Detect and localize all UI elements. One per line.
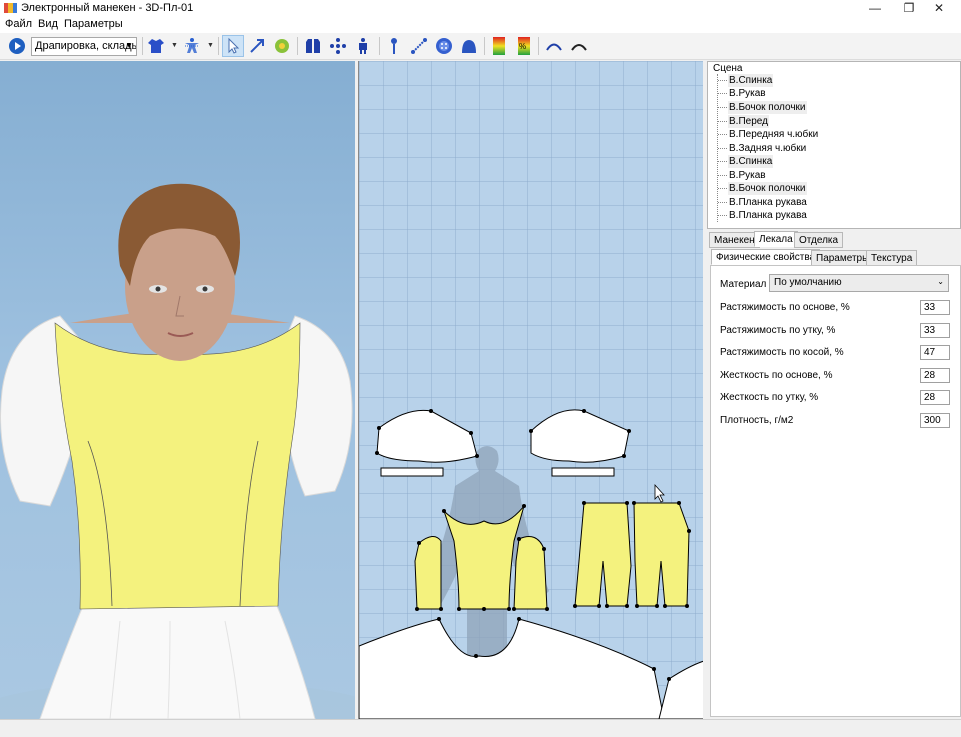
- status-bar: [0, 719, 961, 737]
- scene-item[interactable]: В.Планка рукава: [718, 196, 808, 209]
- play-icon[interactable]: [6, 35, 28, 57]
- chevron-down-icon: ⌄: [937, 277, 944, 286]
- pattern-piece-skirt: [658, 660, 703, 719]
- toolbar-separator: [379, 37, 380, 55]
- scene-item[interactable]: В.Планка рукава: [718, 209, 808, 222]
- mode-select[interactable]: Драпировка, склады ▼: [31, 37, 137, 56]
- pattern-piece-cuff: [551, 467, 615, 477]
- density-label: Плотность, г/м2: [720, 415, 794, 426]
- pin-icon[interactable]: [383, 35, 405, 57]
- pattern-canvas: [359, 409, 703, 719]
- scene-item[interactable]: В.Рукав: [718, 169, 767, 182]
- scene-item[interactable]: В.Передняя ч.юбки: [717, 128, 819, 141]
- pattern-piece-front: [443, 505, 525, 610]
- svg-text:%: %: [519, 42, 526, 51]
- arrow-tool-icon[interactable]: [246, 35, 268, 57]
- pattern-piece-back: [574, 502, 632, 607]
- stiffness-weft-input[interactable]: 28: [920, 390, 950, 405]
- arc-left-icon[interactable]: [543, 35, 565, 57]
- stretch-weft-label: Растяжимость по утку, %: [720, 325, 836, 336]
- pattern-piece-side: [414, 536, 442, 610]
- mannequin-render: [0, 183, 355, 719]
- app-icon: [4, 3, 17, 13]
- stretch-warp-label: Растяжимость по основе, %: [720, 302, 850, 313]
- scene-item[interactable]: В.Перед: [718, 115, 769, 128]
- scene-root[interactable]: Сцена: [713, 63, 742, 74]
- pattern-piece-cuff: [380, 467, 444, 477]
- tab-physical-properties[interactable]: Физические свойства: [711, 249, 821, 265]
- menu-bar: Файл Вид Параметры: [0, 17, 961, 33]
- scene-item[interactable]: В.Спинка: [717, 155, 774, 168]
- stretch-bias-input[interactable]: 47: [920, 345, 950, 360]
- menu-file[interactable]: Файл: [5, 18, 32, 30]
- pattern-piece-sleeve: [376, 409, 478, 463]
- tab-finishing[interactable]: Отделка: [794, 232, 844, 248]
- pattern-piece-skirt: [359, 618, 665, 719]
- hat-icon[interactable]: [458, 35, 480, 57]
- toolbar-separator: [484, 37, 485, 55]
- figure-icon[interactable]: [352, 35, 374, 57]
- properties-panel: Манекен Лекала Отделка Физические свойст…: [707, 230, 961, 719]
- density-input[interactable]: 300: [920, 413, 950, 428]
- garment-icon[interactable]: [302, 35, 324, 57]
- scene-item[interactable]: В.Спинка: [717, 74, 774, 87]
- toolbar-separator: [142, 37, 143, 55]
- pattern-view[interactable]: [358, 61, 703, 719]
- tab-parameters[interactable]: Параметры: [811, 250, 875, 266]
- scene-tree[interactable]: Сцена В.Спинка В.Рукав В.Бочок полочки В…: [707, 61, 961, 229]
- menu-parameters[interactable]: Параметры: [64, 18, 123, 30]
- scene-item[interactable]: В.Бочок полочки: [718, 182, 807, 195]
- scene-item[interactable]: В.Бочок полочки: [718, 101, 807, 114]
- pattern-piece-side: [513, 536, 548, 610]
- menu-view[interactable]: Вид: [38, 18, 58, 30]
- stretch-weft-input[interactable]: 33: [920, 323, 950, 338]
- pointer-icon[interactable]: [222, 35, 244, 57]
- material-label: Материал: [720, 279, 767, 290]
- material-select[interactable]: По умолчанию ⌄: [769, 274, 949, 292]
- arc-right-icon[interactable]: [568, 35, 590, 57]
- toolbar-separator: [297, 37, 298, 55]
- chevron-down-icon: ▼: [125, 41, 133, 50]
- pattern-piece-back: [633, 502, 690, 607]
- physical-properties-form: Материал По умолчанию ⌄ Растяжимость по …: [710, 265, 961, 717]
- mode-select-value: Драпировка, склады: [35, 40, 137, 52]
- material-value: По умолчанию: [774, 277, 842, 288]
- button-icon[interactable]: [433, 35, 455, 57]
- flower-icon[interactable]: [271, 35, 293, 57]
- toolbar: Драпировка, склады ▼ ▼ ▼ %: [0, 33, 961, 60]
- stretch-bias-label: Растяжимость по косой, %: [720, 347, 844, 358]
- measure-icon[interactable]: [408, 35, 430, 57]
- pattern-piece-sleeve: [530, 409, 630, 463]
- gradient-percent-icon[interactable]: %: [513, 35, 535, 57]
- viewport-3d[interactable]: [0, 61, 355, 719]
- tab-patterns[interactable]: Лекала: [754, 231, 798, 247]
- stiffness-warp-label: Жесткость по основе, %: [720, 370, 833, 381]
- shirt-icon[interactable]: [145, 35, 167, 57]
- chevron-down-icon[interactable]: ▼: [171, 42, 178, 49]
- toolbar-separator: [538, 37, 539, 55]
- gradient-red-icon[interactable]: [488, 35, 510, 57]
- stiffness-warp-input[interactable]: 28: [920, 368, 950, 383]
- title-bar: Электронный манекен - 3D-Пл-01 — ❐ ✕: [0, 0, 961, 17]
- window-title: Электронный манекен - 3D-Пл-01: [21, 2, 194, 14]
- stiffness-weft-label: Жесткость по утку, %: [720, 392, 819, 403]
- tab-texture[interactable]: Текстура: [866, 250, 918, 266]
- points-icon[interactable]: [327, 35, 349, 57]
- scene-item[interactable]: В.Рукав: [718, 87, 767, 100]
- scene-item[interactable]: В.Задняя ч.юбки: [717, 142, 807, 155]
- close-button[interactable]: ✕: [916, 0, 961, 17]
- stretch-warp-input[interactable]: 33: [920, 300, 950, 315]
- tab-mannequin[interactable]: Манекен: [709, 232, 760, 248]
- mannequin-icon[interactable]: [181, 35, 203, 57]
- toolbar-separator: [218, 37, 219, 55]
- chevron-down-icon[interactable]: ▼: [207, 42, 214, 49]
- cursor-icon: [654, 483, 665, 503]
